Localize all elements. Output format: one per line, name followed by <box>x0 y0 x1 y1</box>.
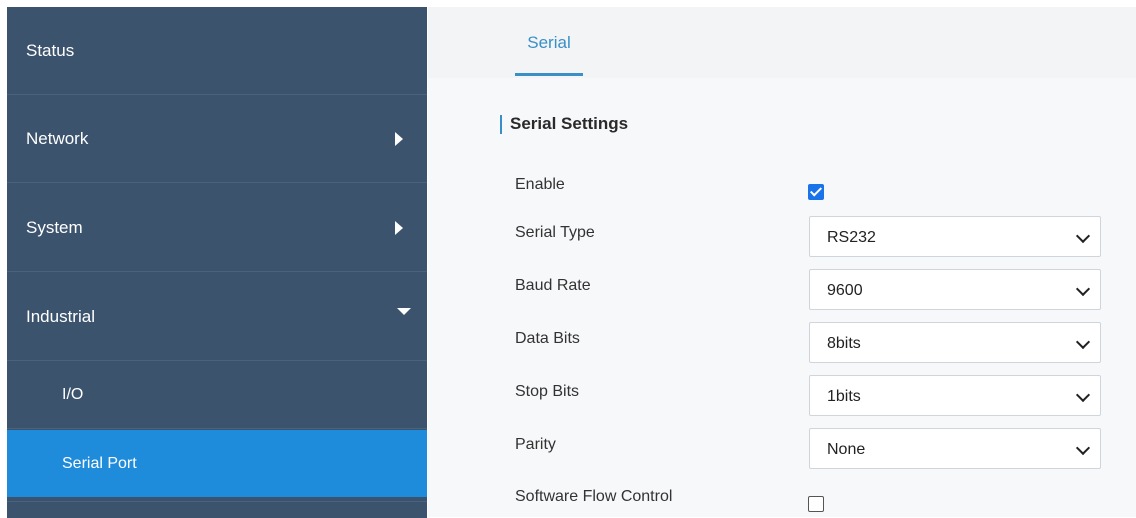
chevron-down-icon <box>1075 334 1091 350</box>
stop-bits-label: Stop Bits <box>515 383 580 400</box>
serial-type-select[interactable]: RS232 <box>809 216 1101 257</box>
chevron-down-icon <box>1075 281 1091 297</box>
sidebar-item-industrial[interactable]: Industrial <box>7 273 427 361</box>
data-bits-select[interactable]: 8bits <box>809 322 1101 363</box>
settings-panel: Serial Settings Enable Serial Type RS232… <box>428 78 1136 517</box>
chevron-down-icon <box>397 307 411 315</box>
sidebar-item-label: Status <box>26 40 75 60</box>
sidebar-next-item-edge <box>7 501 427 518</box>
software-flow-control-label: Software Flow Control <box>515 488 673 505</box>
sidebar-item-label: Industrial <box>26 306 95 326</box>
parity-select[interactable]: None <box>809 428 1101 469</box>
sidebar-subitem-serial-port[interactable]: Serial Port <box>7 430 427 497</box>
stop-bits-value: 1bits <box>827 388 861 405</box>
sidebar-subitem-label: Serial Port <box>62 454 137 472</box>
section-title: Serial Settings <box>500 114 628 134</box>
parity-label: Parity <box>515 436 556 453</box>
enable-label: Enable <box>515 176 565 193</box>
stop-bits-select[interactable]: 1bits <box>809 375 1101 416</box>
data-bits-label: Data Bits <box>515 330 580 347</box>
tab-active-indicator <box>515 73 583 76</box>
sidebar-item-status[interactable]: Status <box>7 7 427 95</box>
sidebar-item-network[interactable]: Network <box>7 95 427 183</box>
sidebar-item-system[interactable]: System <box>7 184 427 272</box>
chevron-down-icon <box>1075 228 1091 244</box>
tab-serial[interactable]: Serial <box>515 7 583 78</box>
tab-bar: Serial <box>428 7 1136 78</box>
chevron-down-icon <box>1075 440 1091 456</box>
serial-type-label: Serial Type <box>515 224 595 241</box>
sidebar-item-label: Network <box>26 128 89 148</box>
enable-checkbox[interactable] <box>808 184 824 200</box>
chevron-down-icon <box>1075 387 1091 403</box>
chevron-right-icon <box>395 131 403 146</box>
sidebar: Status Network System Industrial I/O Ser… <box>7 7 427 518</box>
parity-value: None <box>827 441 866 458</box>
baud-rate-select[interactable]: 9600 <box>809 269 1101 310</box>
baud-rate-label: Baud Rate <box>515 277 591 294</box>
sidebar-item-label: System <box>26 217 83 237</box>
chevron-right-icon <box>395 220 403 235</box>
sidebar-subitem-io[interactable]: I/O <box>7 362 427 429</box>
sidebar-subitem-label: I/O <box>62 386 84 403</box>
data-bits-value: 8bits <box>827 335 861 352</box>
serial-type-value: RS232 <box>827 229 876 246</box>
software-flow-control-checkbox[interactable] <box>808 496 824 512</box>
baud-rate-value: 9600 <box>827 282 863 299</box>
